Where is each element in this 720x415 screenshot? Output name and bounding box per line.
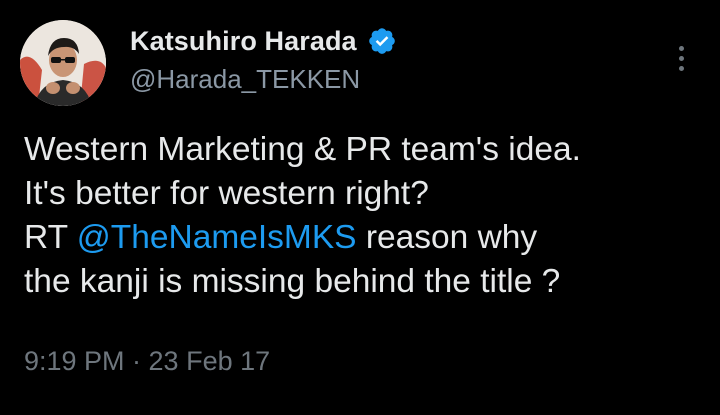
tweet-text-fragment: reason why bbox=[365, 219, 538, 256]
tweet-line: Western Marketing & PR team's idea. bbox=[24, 131, 581, 168]
retweet-prefix: RT bbox=[24, 219, 68, 256]
tweet-line: RT @TheNameIsMKS reason why bbox=[24, 216, 581, 260]
tweet-card: Katsuhiro Harada @Harada_TEKKEN Western … bbox=[0, 0, 720, 415]
tweet-line: It's better for western right? bbox=[24, 175, 429, 212]
avatar[interactable] bbox=[20, 20, 106, 106]
more-dot-icon bbox=[678, 45, 684, 51]
more-dot-icon bbox=[678, 55, 684, 61]
verified-badge-icon[interactable] bbox=[367, 26, 397, 56]
tweet-line: the kanji is missing behind the title ? bbox=[24, 263, 561, 300]
author-handle[interactable]: @Harada_TEKKEN bbox=[130, 64, 360, 95]
avatar-photo bbox=[20, 20, 106, 106]
more-options-icon[interactable] bbox=[671, 40, 691, 76]
tweet-text: Western Marketing & PR team's idea. It's… bbox=[24, 128, 581, 304]
mention-link[interactable]: @TheNameIsMKS bbox=[77, 219, 357, 256]
author-display-name[interactable]: Katsuhiro Harada bbox=[130, 26, 357, 57]
more-dot-icon bbox=[678, 65, 684, 71]
tweet-timestamp[interactable]: 9:19 PM · 23 Feb 17 bbox=[24, 346, 270, 377]
author-name-row: Katsuhiro Harada bbox=[130, 24, 397, 58]
